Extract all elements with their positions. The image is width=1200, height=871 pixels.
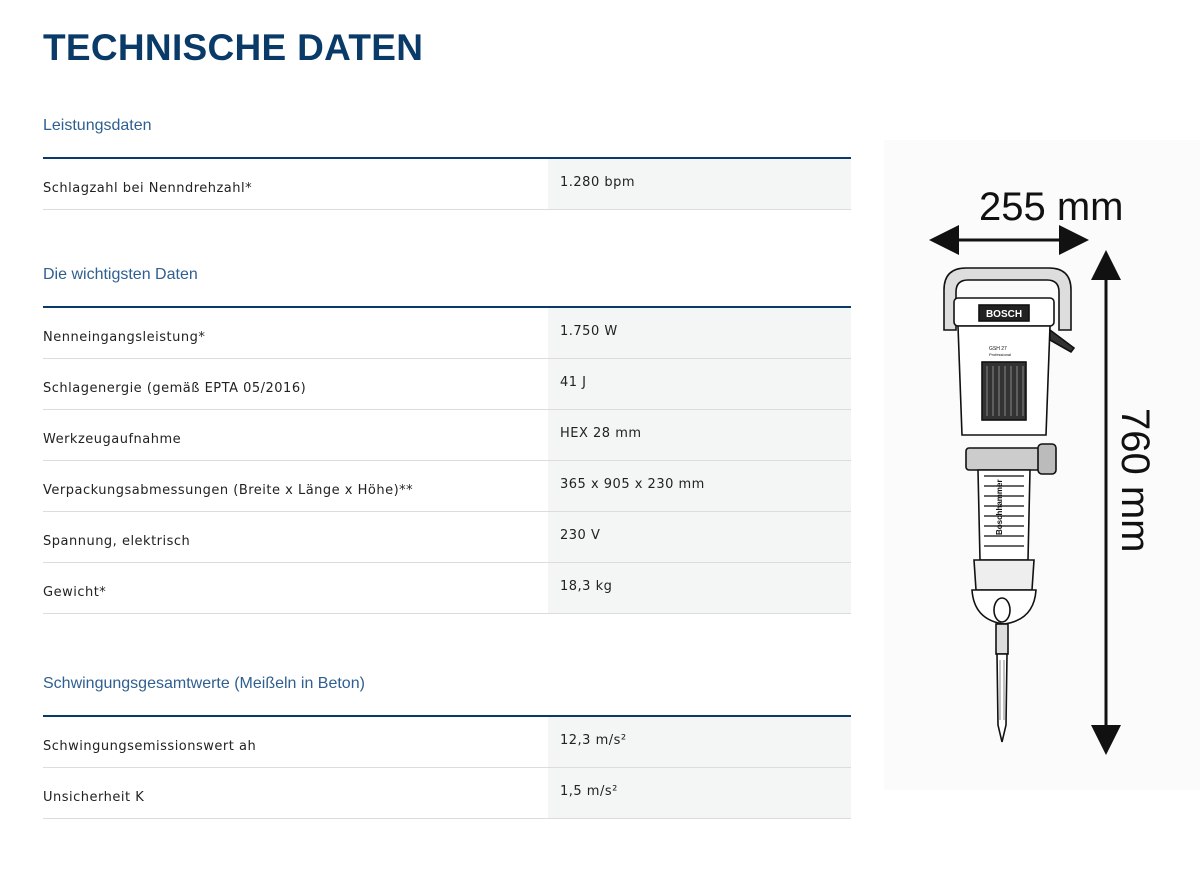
handle-label: Boschhammer xyxy=(995,479,1004,535)
section-leistungsdaten: Leistungsdaten Schlagzahl bei Nenndrehza… xyxy=(43,116,851,210)
spec-value: 1,5 m/s² xyxy=(548,768,851,818)
section-title: Schwingungsgesamtwerte (Meißeln in Beton… xyxy=(43,675,365,692)
spec-label: Schlagenergie (gemäß EPTA 05/2016) xyxy=(43,381,307,396)
spec-value: HEX 28 mm xyxy=(548,410,851,460)
spec-value: 41 J xyxy=(548,359,851,409)
spec-value: 12,3 m/s² xyxy=(548,717,851,767)
spec-value: 230 V xyxy=(548,512,851,562)
table-row: Gewicht* 18,3 kg xyxy=(43,563,851,614)
spec-value: 1.750 W xyxy=(548,308,851,358)
spec-label: Spannung, elektrisch xyxy=(43,534,191,549)
spec-label: Schwingungsemissionswert ah xyxy=(43,739,257,754)
table-row: Werkzeugaufnahme HEX 28 mm xyxy=(43,410,851,461)
table-row: Spannung, elektrisch 230 V xyxy=(43,512,851,563)
spec-label: Verpackungsabmessungen (Breite x Länge x… xyxy=(43,483,414,498)
table-row: Unsicherheit K 1,5 m/s² xyxy=(43,768,851,819)
section-wichtigste-daten: Die wichtigsten Daten Nenneingangsleistu… xyxy=(43,265,851,614)
table-row: Schwingungsemissionswert ah 12,3 m/s² xyxy=(43,717,851,768)
product-dimension-drawing: 255 mm 760 mm BOSCH GSH 27 Professional xyxy=(884,140,1200,790)
spec-label: Nenneingangsleistung* xyxy=(43,330,206,345)
spec-value: 365 x 905 x 230 mm xyxy=(548,461,851,511)
table-row: Verpackungsabmessungen (Breite x Länge x… xyxy=(43,461,851,512)
spec-table: Schwingungsemissionswert ah 12,3 m/s² Un… xyxy=(43,715,851,819)
table-row: Nenneingangsleistung* 1.750 W xyxy=(43,308,851,359)
spec-label: Werkzeugaufnahme xyxy=(43,432,182,447)
height-dimension-label: 760 mm xyxy=(1113,408,1157,553)
demolition-hammer-illustration: 255 mm 760 mm BOSCH GSH 27 Professional xyxy=(929,185,1157,755)
section-title: Leistungsdaten xyxy=(43,117,152,134)
section-schwingungsgesamtwerte: Schwingungsgesamtwerte (Meißeln in Beton… xyxy=(43,674,851,819)
width-dimension-label: 255 mm xyxy=(979,185,1124,229)
page-title: TECHNISCHE DATEN xyxy=(43,27,424,68)
brand-label: BOSCH xyxy=(986,309,1022,320)
hammer-body: BOSCH GSH 27 Professional Boschhammer xyxy=(943,267,1076,743)
spec-label: Unsicherheit K xyxy=(43,790,145,805)
table-row: Schlagzahl bei Nenndrehzahl* 1.280 bpm xyxy=(43,159,851,210)
spec-value: 1.280 bpm xyxy=(548,159,851,209)
spec-table: Schlagzahl bei Nenndrehzahl* 1.280 bpm xyxy=(43,157,851,210)
spec-label: Gewicht* xyxy=(43,585,107,600)
model-sub-label: Professional xyxy=(989,352,1011,357)
section-title: Die wichtigsten Daten xyxy=(43,266,198,283)
spec-label: Schlagzahl bei Nenndrehzahl* xyxy=(43,181,253,196)
spec-table: Nenneingangsleistung* 1.750 W Schlagener… xyxy=(43,306,851,614)
table-row: Schlagenergie (gemäß EPTA 05/2016) 41 J xyxy=(43,359,851,410)
spec-value: 18,3 kg xyxy=(548,563,851,613)
